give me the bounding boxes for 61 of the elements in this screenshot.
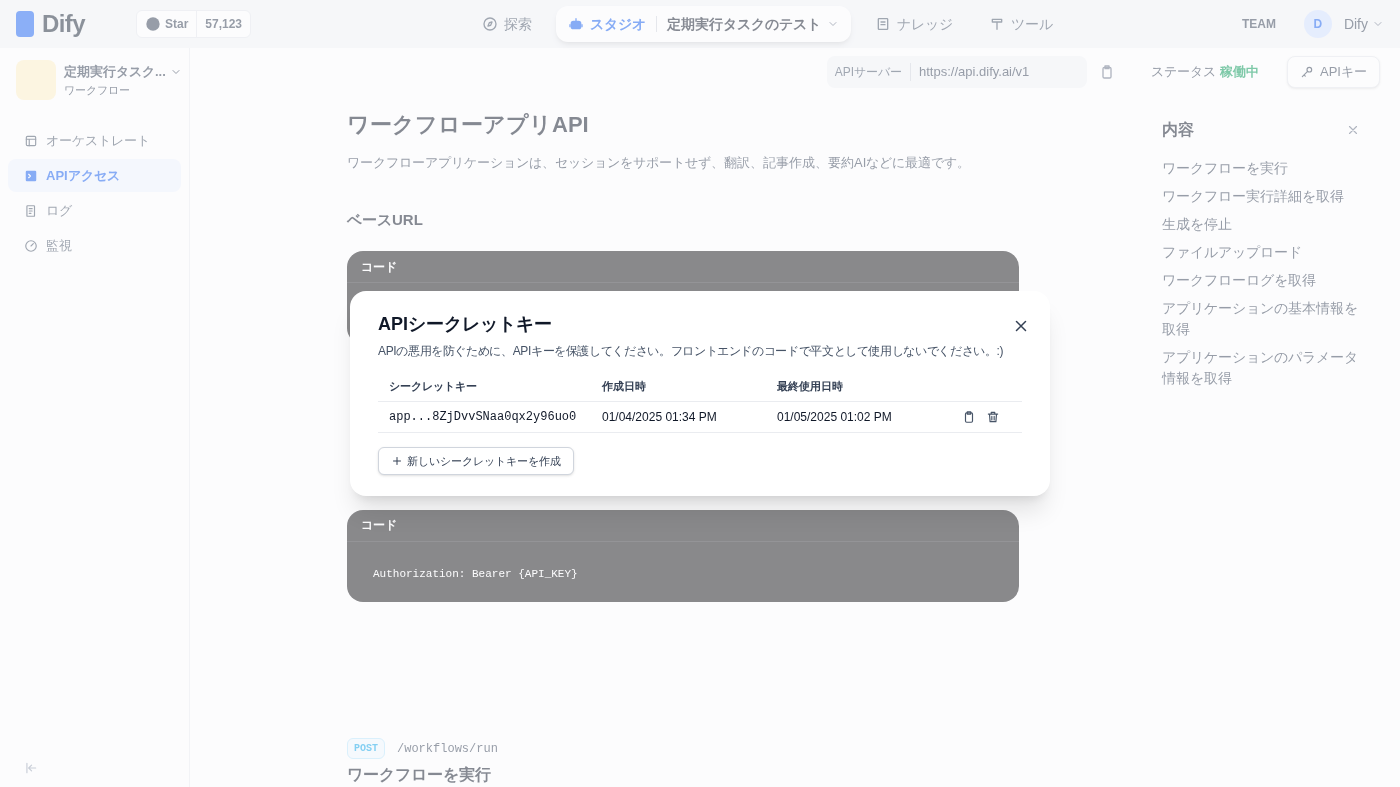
logo-text: Dify [42,9,85,39]
toc-link[interactable]: 生成を停止 [1162,214,1360,235]
column-header: 最終使用日時 [777,379,844,395]
last-used-date-cell-text: 01/05/2025 01:02 PM [777,409,893,426]
toc-link[interactable]: ワークフローログを取得 [1162,270,1360,291]
dialog-description: APIの悪用を防ぐために、APIキーを保護してください。フロントエンドのコードで平文として使用しないでください。:) [378,343,1004,360]
status-label: ステータス [1151,63,1217,82]
app-name: 定期実行タスク... [64,63,166,81]
app-type: ワークフロー [64,82,131,98]
toc-title: 内容 [1162,120,1194,140]
workspace-label: TEAM [1241,16,1276,33]
delete-icon[interactable] [986,410,1000,424]
toc-link[interactable]: ファイルアップロード [1162,242,1360,263]
sidebar-item[interactable]: APIアクセス [8,159,181,192]
key-icon [1300,65,1315,79]
nav-tab[interactable]: スタジオ 定期実行タスクのテスト [556,6,851,42]
toc-link[interactable]: ワークフロー実行詳細を取得 [1162,186,1360,207]
avatar[interactable]: D [1303,10,1332,38]
app-switcher[interactable]: 定期実行タスクのテスト [667,13,821,35]
terminal-icon [24,168,38,183]
github-star-widget[interactable]: Star 57,123 [136,10,252,38]
code-text: Authorization: Bearer {API_KEY} [372,566,579,582]
toc-link[interactable]: アプリケーションの基本情報を取得 [1162,298,1360,340]
robot-icon [568,16,584,32]
star-count: 57,123 [196,11,251,37]
gauge-icon [24,238,38,253]
toc-link[interactable]: ワークフローを実行 [1162,158,1360,179]
endpoint-title: ワークフローを実行 [347,765,492,785]
section-heading: ベースURL [347,209,424,230]
nav-tab[interactable]: 探索 [470,6,544,42]
api-server-label: APIサーバー [834,63,912,81]
page-description: ワークフローアプリケーションは、セッションをサポートせず、翻訳、記事作成、要約AIなどに最適です。 [347,154,972,172]
copy-icon[interactable] [962,410,976,424]
code-block-label: コード [361,517,397,535]
create-key-button[interactable]: 新しいシークレットキーを作成 [378,447,574,475]
user-name[interactable]: Dify [1343,13,1368,35]
logo-mark-icon [16,11,34,37]
sidebar-item[interactable]: 監視 [8,229,181,262]
column-header: シークレットキー [388,379,478,395]
status-value: 稼働中 [1220,63,1260,82]
endpoint-path: /workflows/run [397,740,498,758]
nav-tab[interactable]: ツール [977,6,1065,42]
api-key-button[interactable]: APIキー [1287,56,1380,88]
sidebar-item[interactable]: オーケストレート [8,124,181,157]
plus-icon [391,455,403,467]
created-date-cell-text: 01/04/2025 01:34 PM [602,409,718,426]
document-icon [24,203,38,218]
app-icon [16,60,56,100]
toc-link[interactable]: アプリケーションのパラメータ情報を取得 [1162,347,1360,389]
secret-key-cell-text: app...8ZjDvvSNaa0qx2y96uo0 [388,409,578,426]
dialog-title: APIシークレットキー [378,313,553,336]
method-badge: POST [347,738,385,759]
code-block-label: コード [361,258,397,276]
layout-icon [24,133,38,148]
page-title: ワークフローアプリAPI [347,111,590,139]
column-header: 作成日時 [602,379,647,395]
sidebar-item[interactable]: ログ [8,194,181,227]
nav-tab[interactable]: ナレッジ [863,6,965,42]
api-server-url: https://api.dify.ai/v1 [919,63,1031,82]
compass-icon [482,16,498,32]
book-icon [875,16,891,32]
